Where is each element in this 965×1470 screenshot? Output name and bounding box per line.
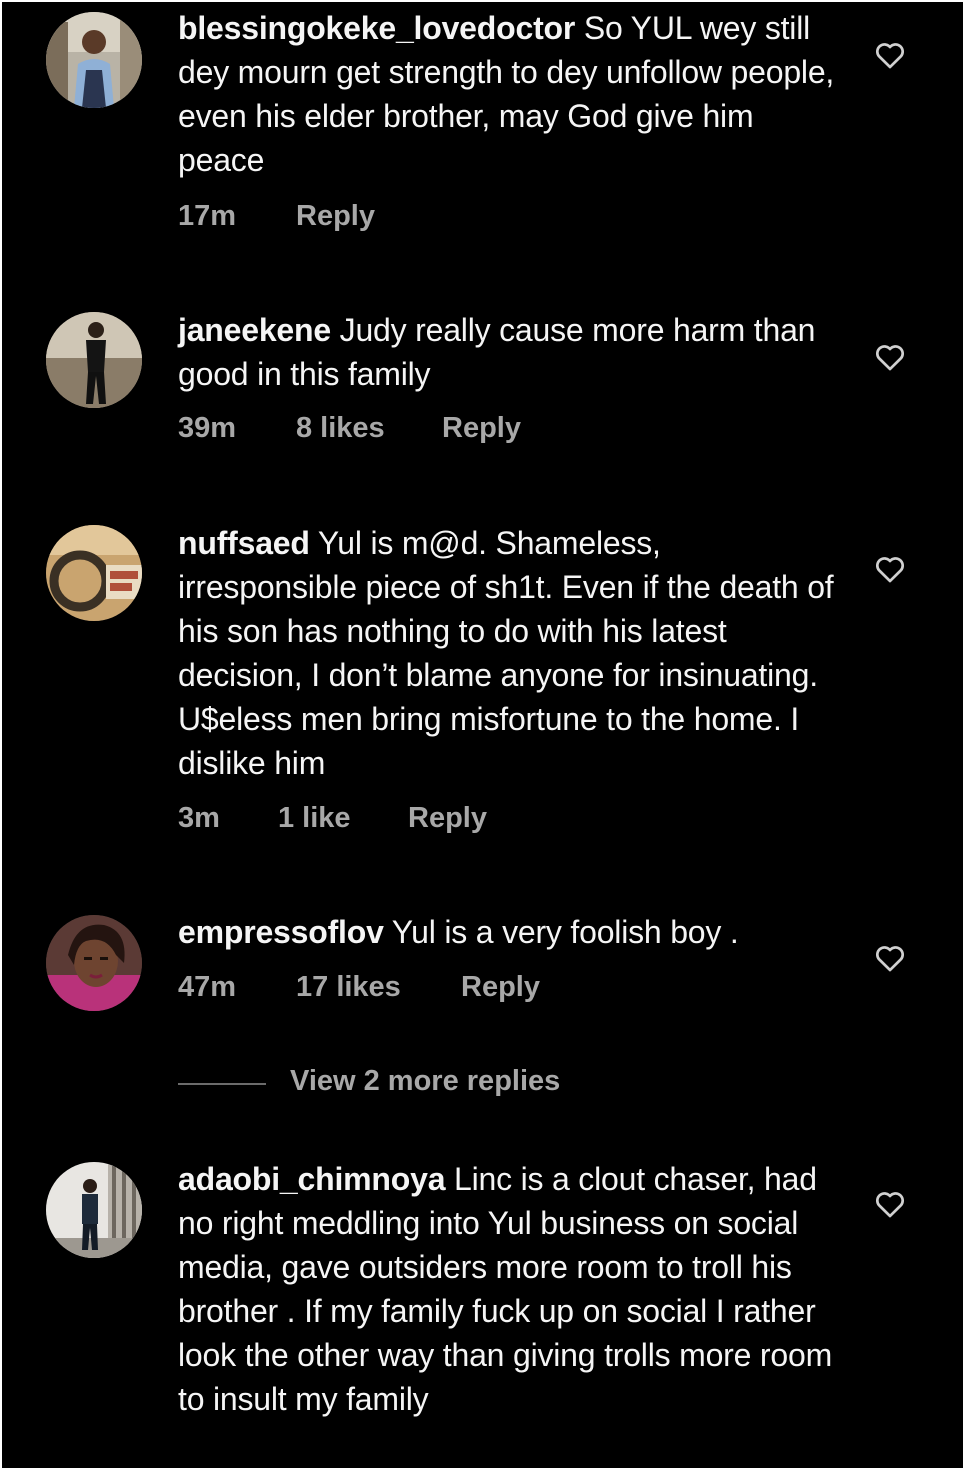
comment-body: janeekene Judy really cause more harm th… <box>178 308 848 396</box>
like-count[interactable]: 17 likes <box>296 971 401 1004</box>
comment-text: Yul is m@d. Shameless, irresponsible pie… <box>178 525 834 781</box>
heart-outline-icon[interactable] <box>873 38 907 72</box>
comment-username[interactable]: janeekene <box>178 312 331 348</box>
comment-body: empressoflov Yul is a very foolish boy . <box>178 910 848 954</box>
heart-outline-icon[interactable] <box>873 941 907 975</box>
avatar[interactable] <box>46 915 142 1011</box>
comment-text: Linc is a clout chaser, had no right med… <box>178 1161 833 1417</box>
view-replies-label[interactable]: View 2 more replies <box>290 1065 560 1098</box>
avatar[interactable] <box>46 312 142 408</box>
like-count[interactable]: 8 likes <box>296 412 385 445</box>
comment-username[interactable]: nuffsaed <box>178 525 310 561</box>
reply-button[interactable]: Reply <box>296 200 375 233</box>
comment-time: 3m <box>178 802 220 834</box>
comment-username[interactable]: blessingokeke_lovedoctor <box>178 10 575 46</box>
comment-username[interactable]: empressoflov <box>178 914 384 950</box>
replies-divider <box>178 1083 266 1085</box>
heart-outline-icon[interactable] <box>873 552 907 586</box>
heart-outline-icon[interactable] <box>873 340 907 374</box>
avatar[interactable] <box>46 525 142 621</box>
like-count[interactable]: 1 like <box>278 802 351 835</box>
reply-button[interactable]: Reply <box>461 971 540 1004</box>
reply-button[interactable]: Reply <box>442 412 521 445</box>
comment-text: Yul is a very foolish boy . <box>383 914 739 950</box>
comment-time: 47m <box>178 971 237 1003</box>
comment-body: blessingokeke_lovedoctor So YUL wey stil… <box>178 6 848 182</box>
comment-body: nuffsaed Yul is m@d. Shameless, irrespon… <box>178 521 848 785</box>
comment-username[interactable]: adaobi_chimnoya <box>178 1161 446 1197</box>
comment-body: adaobi_chimnoya Linc is a clout chaser, … <box>178 1157 848 1421</box>
avatar[interactable] <box>46 12 142 108</box>
comments-panel: blessingokeke_lovedoctor So YUL wey stil… <box>2 2 963 1468</box>
comment-time: 39m <box>178 412 237 444</box>
avatar[interactable] <box>46 1162 142 1258</box>
heart-outline-icon[interactable] <box>873 1187 907 1221</box>
reply-button[interactable]: Reply <box>408 802 487 835</box>
comment-time: 17m <box>178 200 237 232</box>
